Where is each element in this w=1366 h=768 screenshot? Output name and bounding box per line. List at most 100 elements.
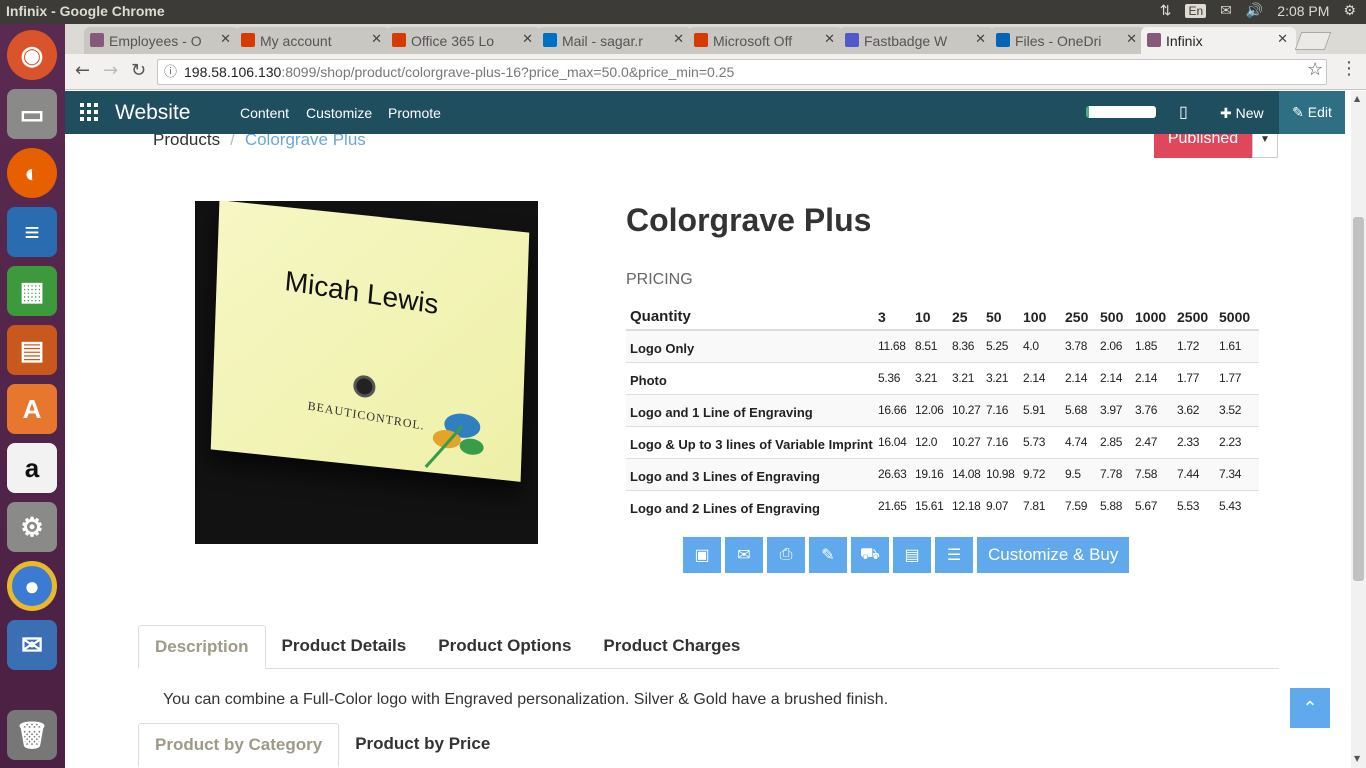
chrome-menu-icon[interactable]: ⋮ — [1340, 58, 1358, 79]
price-cell: 3.21 — [913, 362, 950, 395]
image-icon[interactable]: ▣ — [683, 537, 721, 573]
price-cell: 8.51 — [913, 329, 950, 363]
price-cell: 21.65 — [876, 490, 913, 522]
price-cell: 3.62 — [1175, 394, 1217, 427]
price-cell: 10.98 — [984, 458, 1021, 491]
keyboard-language[interactable]: En — [1185, 3, 1207, 18]
browser-tab[interactable]: Mail - sagar.r ✕ — [537, 27, 692, 54]
impress-icon[interactable]: ▤ — [7, 325, 57, 375]
tab-product-details[interactable]: Product Details — [266, 625, 423, 669]
published-toggle-button[interactable]: Published — [1154, 134, 1252, 158]
customize-buy-button[interactable]: Customize & Buy — [977, 537, 1130, 573]
scroll-up-arrow-icon[interactable]: ▲ — [1354, 94, 1360, 103]
price-cell: 4.74 — [1063, 426, 1098, 459]
ubuntu-dash-icon[interactable]: ◉ — [7, 30, 57, 80]
browser-tab-active[interactable]: Infinix ✕ — [1141, 27, 1296, 54]
close-tab-icon[interactable]: ✕ — [522, 31, 533, 47]
browser-tab[interactable]: My account ✕ — [235, 27, 390, 54]
apps-grid-icon[interactable] — [80, 103, 98, 121]
volume-icon[interactable]: 🔊 — [1246, 2, 1263, 19]
mobile-preview-icon[interactable]: ▯ — [1179, 102, 1188, 122]
browser-tab[interactable]: Employees - O ✕ — [84, 27, 239, 54]
price-cell: 3.97 — [1098, 394, 1133, 427]
firefox-icon[interactable]: ◐ — [7, 148, 57, 198]
settings-gear-icon[interactable]: ⚙ — [1343, 2, 1356, 19]
close-tab-icon[interactable]: ✕ — [220, 31, 231, 47]
address-bar[interactable]: ⓘ 198.58.106.130:8099/shop/product/color… — [157, 59, 1327, 85]
close-tab-icon[interactable]: ✕ — [1126, 31, 1137, 47]
scroll-down-arrow-icon[interactable]: ▼ — [1354, 754, 1360, 763]
price-cell: 5.91 — [1021, 394, 1063, 427]
product-tabs: Description Product Details Product Opti… — [138, 625, 1279, 669]
bookmark-star-icon[interactable]: ☆ — [1307, 59, 1323, 80]
close-tab-icon[interactable]: ✕ — [673, 31, 684, 47]
menu-promote[interactable]: Promote — [388, 105, 441, 121]
software-center-icon[interactable]: A — [7, 384, 57, 434]
writer-icon[interactable]: ≡ — [7, 207, 57, 257]
qty-col: 25 — [950, 302, 984, 331]
product-image[interactable]: Micah Lewis BEAUTICONTROL. — [195, 201, 538, 544]
price-cell: 7.44 — [1175, 458, 1217, 491]
file-icon[interactable]: ▤ — [893, 537, 931, 573]
menu-customize[interactable]: Customize — [306, 105, 372, 121]
edit-icon[interactable]: ✎ — [809, 537, 847, 573]
tab-product-options[interactable]: Product Options — [422, 625, 587, 669]
forward-arrow-icon[interactable]: → — [103, 60, 118, 81]
tab-favicon — [392, 33, 406, 47]
tab-favicon — [694, 33, 708, 47]
website-progress-bar[interactable] — [1086, 106, 1156, 118]
price-cell: 12.06 — [913, 394, 950, 427]
chrome-icon[interactable]: ● — [7, 561, 57, 611]
browser-tab[interactable]: Microsoft Off ✕ — [688, 27, 843, 54]
new-button[interactable]: ✚ New — [1220, 105, 1264, 122]
list-icon[interactable]: ☰ — [935, 537, 973, 573]
print-icon[interactable]: ⎙ — [767, 537, 805, 573]
clock[interactable]: 2:08 PM — [1277, 3, 1329, 19]
price-cell: 12.18 — [950, 490, 984, 522]
breadcrumb: Products / Colorgrave Plus — [153, 134, 366, 150]
page-scrollbar[interactable]: ▲ ▼ — [1351, 91, 1366, 768]
network-icon[interactable]: ⇅ — [1160, 2, 1172, 19]
amazon-icon[interactable]: a — [7, 443, 57, 493]
tab-product-charges[interactable]: Product Charges — [587, 625, 756, 669]
price-cell: 7.78 — [1098, 458, 1133, 491]
truck-icon[interactable]: ⛟ — [851, 537, 889, 573]
price-cell: 7.58 — [1133, 458, 1175, 491]
edit-button[interactable]: ✎ Edit — [1279, 91, 1345, 134]
pricing-row-label: Photo — [626, 362, 876, 395]
tab-product-by-price[interactable]: Product by Price — [339, 723, 506, 767]
close-tab-icon[interactable]: ✕ — [975, 31, 986, 47]
price-cell: 2.47 — [1133, 426, 1175, 459]
file-manager-icon[interactable]: ▭ — [7, 89, 57, 139]
browser-tab[interactable]: Fastbadge W ✕ — [839, 27, 994, 54]
trash-icon[interactable]: 🗑 — [7, 710, 57, 760]
back-to-top-button[interactable]: ⌃ — [1290, 688, 1330, 728]
info-icon[interactable]: ⓘ — [164, 60, 177, 84]
system-settings-icon[interactable]: ⚙ — [7, 502, 57, 552]
tab-description[interactable]: Description — [138, 625, 266, 669]
new-tab-button[interactable] — [1294, 32, 1332, 50]
mail-icon[interactable]: ✉ — [1220, 2, 1232, 19]
caret-down-icon[interactable]: ▼ — [1252, 134, 1278, 158]
reload-icon[interactable]: ↻ — [131, 60, 146, 81]
price-cell: 1.77 — [1175, 362, 1217, 395]
calc-icon[interactable]: ▦ — [7, 266, 57, 316]
qty-col: 100 — [1021, 302, 1063, 331]
browser-tab[interactable]: Files - OneDri ✕ — [990, 27, 1145, 54]
breadcrumb-products[interactable]: Products — [153, 134, 220, 149]
navbar-brand[interactable]: Website — [115, 101, 190, 125]
envelope-icon[interactable]: ✉ — [725, 537, 763, 573]
tab-product-by-category[interactable]: Product by Category — [138, 723, 340, 767]
back-arrow-icon[interactable]: ← — [75, 60, 90, 81]
menu-content[interactable]: Content — [240, 105, 289, 121]
close-tab-icon[interactable]: ✕ — [1277, 31, 1288, 47]
browser-tab[interactable]: Office 365 Lo ✕ — [386, 27, 541, 54]
scrollbar-thumb[interactable] — [1353, 217, 1364, 581]
badge-brand-text: BEAUTICONTROL. — [307, 398, 426, 433]
close-tab-icon[interactable]: ✕ — [371, 31, 382, 47]
launcher: ◉ ▭ ◐ ≡ ▦ ▤ A a ⚙ ● ✉ 🗑 — [0, 24, 65, 768]
price-cell: 8.36 — [950, 329, 984, 363]
close-tab-icon[interactable]: ✕ — [824, 31, 835, 47]
thunderbird-icon[interactable]: ✉ — [7, 620, 57, 670]
price-cell: 2.33 — [1175, 426, 1217, 459]
